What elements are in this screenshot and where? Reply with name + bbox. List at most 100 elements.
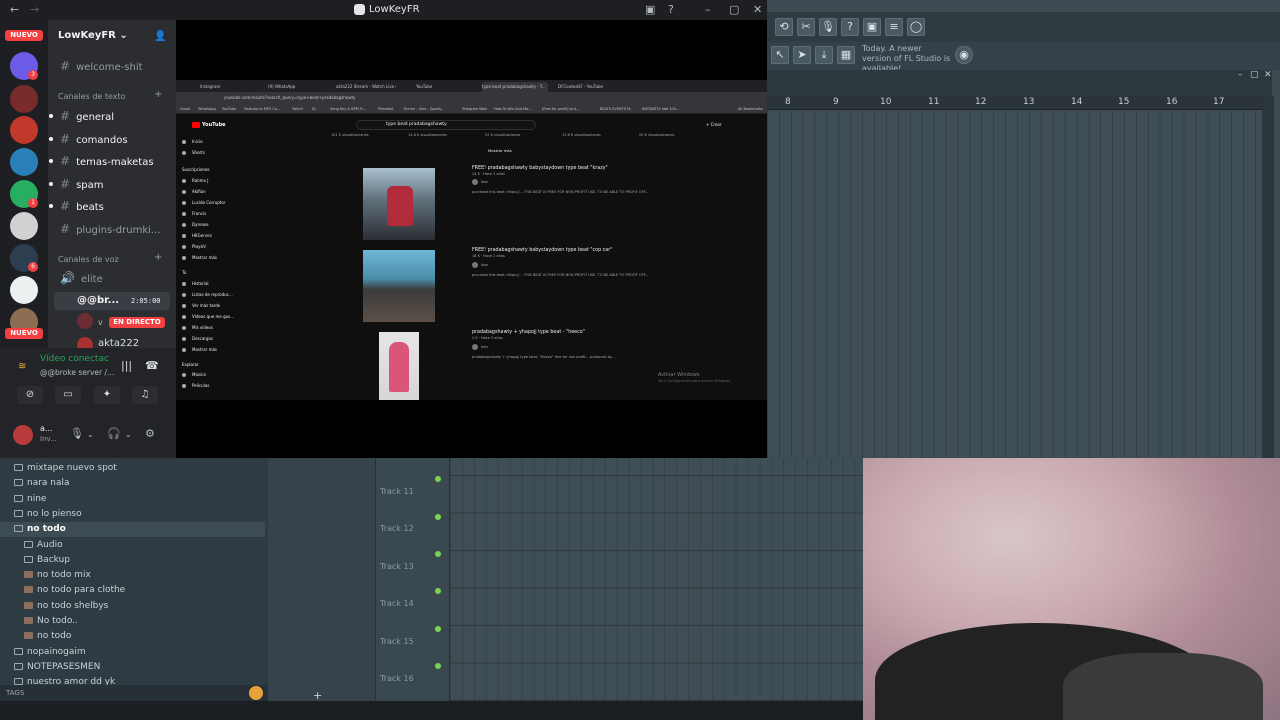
sidebar-item[interactable]: Mostrar más — [182, 347, 217, 352]
track-label[interactable]: Track 15 — [380, 637, 414, 646]
cut-icon[interactable]: ✂ — [797, 18, 815, 36]
tags-bar[interactable]: TAGS — [0, 685, 268, 701]
voice-server[interactable]: @@broke server /... — [40, 368, 114, 377]
browser-folder[interactable]: nara nala — [0, 476, 265, 491]
sidebar-item[interactable]: Inicio — [182, 139, 203, 144]
close-icon[interactable]: ✕ — [1264, 70, 1272, 80]
voice-user-name[interactable]: v — [98, 318, 103, 327]
track-enable-toggle[interactable] — [435, 476, 441, 482]
track-label[interactable]: Track 13 — [380, 562, 414, 571]
browser-folder[interactable]: NOTEPASESMEN — [0, 660, 265, 675]
gear-icon[interactable]: ⚙ — [145, 427, 155, 440]
channel-welcome[interactable]: # welcome-shit — [60, 59, 143, 73]
sidebar-section-header[interactable]: Suscripciones — [182, 167, 210, 172]
video-title[interactable]: FREE! pradabagshawty babystaydown type b… — [472, 166, 608, 171]
search-filter-chip[interactable]: 13,8 K visualizaciones — [562, 133, 601, 137]
track-enable-toggle[interactable] — [435, 514, 441, 520]
bookmark[interactable]: Twitch — [292, 107, 303, 111]
chat-icon[interactable]: ◯ — [907, 18, 925, 36]
channel-beats[interactable]: # beats — [60, 199, 104, 213]
browser-tab[interactable]: DFCoolwaSF - YouTube — [558, 82, 618, 92]
track-label[interactable]: Track 14 — [380, 599, 414, 608]
pointer-icon[interactable]: ↖ — [771, 46, 789, 64]
browser-folder[interactable]: Backup — [0, 553, 265, 568]
activities-icon[interactable]: ✦ — [94, 386, 120, 404]
sidebar-item[interactable]: Mis vídeos — [182, 325, 213, 330]
server-icon[interactable] — [10, 212, 38, 240]
minimize-icon[interactable]: – — [1238, 70, 1243, 80]
youtube-logo-icon[interactable] — [192, 122, 200, 128]
channel-temas-maketas[interactable]: # temas-maketas — [60, 154, 154, 168]
track-enable-toggle[interactable] — [435, 663, 441, 669]
search-filter-chip[interactable]: 52 K visualizaciones — [485, 133, 520, 137]
avatar[interactable] — [77, 313, 93, 329]
bookmark[interactable]: WhatsApp — [198, 107, 216, 111]
track-label[interactable]: Track 16 — [380, 674, 414, 683]
mixer-icon[interactable]: ≡ — [885, 18, 903, 36]
video-channel[interactable]: Ikon — [472, 262, 488, 268]
track-label[interactable]: Track 12 — [380, 524, 414, 533]
maximize-icon[interactable]: ▢ — [729, 3, 739, 16]
server-icon[interactable] — [10, 85, 38, 113]
help-icon[interactable]: ? — [841, 18, 859, 36]
sidebar-item[interactable]: Mostrar más — [182, 255, 217, 260]
timeline-ruler[interactable]: 8 9 10 11 12 13 14 15 16 17 — [767, 96, 1262, 110]
sidebar-item[interactable]: Shorts — [182, 150, 205, 155]
plugin-icon[interactable]: ▦ — [837, 46, 855, 64]
sidebar-item[interactable]: Dyrease — [182, 222, 208, 227]
video-channel[interactable]: Ikon — [472, 179, 488, 185]
sidebar-section-header[interactable]: Tú — [182, 270, 186, 275]
sidebar-item[interactable]: Música — [182, 372, 206, 377]
track-label[interactable]: Track 11 — [380, 487, 414, 496]
video-title[interactable]: pradabagshawty + yhapojj type beat - "he… — [472, 330, 585, 335]
sidebar-item[interactable]: Listas de reproduc... — [182, 292, 233, 297]
browser-folder[interactable]: mixtape nuevo spot — [0, 461, 265, 476]
save-icon[interactable]: ▣ — [863, 18, 881, 36]
bookmark[interactable]: Youtube to MP3 Co... — [244, 107, 280, 111]
browser-folder[interactable]: no todo — [0, 522, 265, 538]
channel-general[interactable]: # general — [60, 109, 114, 123]
browser-tab[interactable]: akta222 Stream - Watch Live o... — [336, 82, 396, 92]
browser-file[interactable]: no todo shelbys — [0, 599, 265, 614]
globe-icon[interactable]: ◉ — [955, 46, 973, 64]
search-icon[interactable] — [249, 686, 263, 700]
browser-file[interactable]: No todo.. — [0, 614, 265, 629]
headphones-icon[interactable]: 🎧 — [107, 427, 121, 440]
screen-share-icon[interactable]: ▭ — [55, 386, 81, 404]
text-category[interactable]: Canales de texto — [58, 92, 126, 101]
channel-spam[interactable]: # spam — [60, 177, 104, 191]
track-enable-toggle[interactable] — [435, 626, 441, 632]
browser-tab[interactable]: YouTube — [416, 82, 466, 92]
search-filter-chip[interactable]: 14,8 K visualizaciones — [408, 133, 447, 137]
voice-channel-elite[interactable]: 🔊 elite — [60, 271, 103, 285]
browser-file[interactable]: no todo — [0, 629, 265, 644]
voice-category[interactable]: Canales de voz — [58, 255, 119, 264]
video-thumbnail[interactable] — [379, 332, 419, 400]
server-icon[interactable] — [10, 116, 38, 144]
bookmark[interactable]: How To Win And Ma... — [494, 107, 532, 111]
playlist-scrollbar[interactable] — [1262, 96, 1274, 460]
sidebar-item[interactable]: Lucido Corruptor — [182, 200, 225, 205]
voice-status[interactable]: Vídeo conectac — [40, 354, 109, 364]
bookmark[interactable]: All Bookmarks — [738, 107, 763, 111]
sidebar-section-header[interactable]: Explorar — [182, 362, 199, 367]
browser-folder[interactable]: no lo pienso — [0, 507, 265, 522]
browser-tab-active[interactable]: type beat pradabagshawty - Y... — [482, 82, 548, 92]
sidebar-item[interactable]: Ver más tarde — [182, 303, 220, 308]
track-enable-toggle[interactable] — [435, 551, 441, 557]
chevron-down-icon[interactable]: ⌄ — [125, 430, 132, 439]
close-icon[interactable]: ✕ — [753, 3, 762, 16]
sidebar-item[interactable]: Playsh! — [182, 244, 207, 249]
bookmark[interactable]: Pinterest — [378, 107, 393, 111]
sidebar-item[interactable]: Películas — [182, 383, 209, 388]
shared-browser[interactable]: Instagram (9) WhatsApp akta222 Stream - … — [176, 80, 767, 400]
invite-icon[interactable]: 👤 — [154, 31, 166, 42]
maximize-icon[interactable]: ▢ — [1250, 70, 1259, 80]
disconnect-icon[interactable]: ☎ — [145, 359, 159, 372]
server-icon[interactable] — [10, 148, 38, 176]
noise-icon[interactable]: ||| — [121, 359, 132, 372]
video-channel[interactable]: tdnr — [472, 344, 488, 350]
sidebar-item[interactable]: HKGenres — [182, 233, 212, 238]
mic-icon[interactable]: 🎙 — [70, 427, 84, 440]
bookmark[interactable]: IQ — [312, 107, 316, 111]
